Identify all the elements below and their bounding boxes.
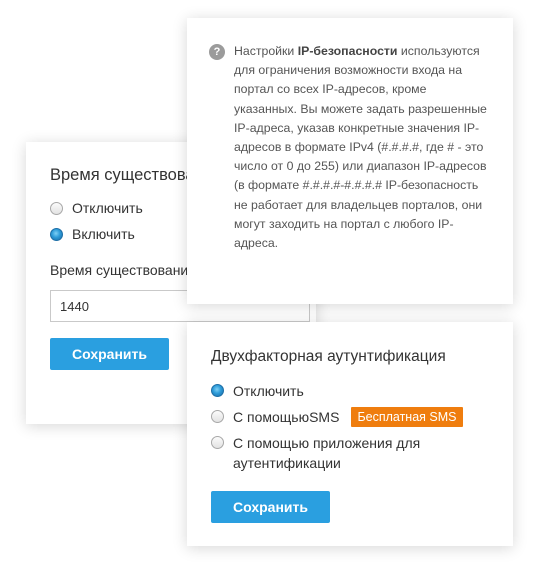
ip-security-bold-term: IP-безопасности [297, 44, 398, 58]
two-factor-card: Двухфакторная аутунтификация Отключить С… [187, 322, 513, 546]
session-save-button[interactable]: Сохранить [50, 338, 169, 370]
tfa-option-disable-label: Отключить [233, 383, 304, 399]
session-option-disable-label: Отключить [72, 200, 143, 216]
tfa-option-sms-label: С помощьюSMS [233, 409, 340, 425]
question-circle-icon: ? [209, 44, 225, 60]
ip-security-text: используются для ограничения возможности… [234, 44, 487, 251]
radio-button-checked-icon[interactable] [50, 227, 63, 241]
ip-security-description: Настройки IP-безопасности используются д… [234, 42, 489, 253]
tfa-option-app-label: С помощью приложения для аутентификации [233, 435, 421, 471]
tfa-save-button[interactable]: Сохранить [211, 491, 330, 523]
radio-button-icon[interactable] [50, 201, 63, 215]
ip-security-info-card: ? Настройки IP-безопасности используются… [187, 18, 513, 304]
radio-button-icon[interactable] [211, 410, 224, 423]
radio-button-icon[interactable] [211, 436, 224, 449]
tfa-option-app[interactable]: С помощью приложения для аутентификации [211, 433, 489, 473]
ip-security-lead: Настройки [234, 44, 298, 58]
free-sms-badge: Бесплатная SMS [351, 407, 463, 427]
tfa-option-disable[interactable]: Отключить [211, 381, 489, 401]
session-option-enable-label: Включить [72, 226, 135, 242]
tfa-option-sms[interactable]: С помощьюSMS Бесплатная SMS [211, 407, 489, 427]
two-factor-title: Двухфакторная аутунтификация [211, 348, 446, 365]
radio-button-checked-icon[interactable] [211, 384, 224, 397]
